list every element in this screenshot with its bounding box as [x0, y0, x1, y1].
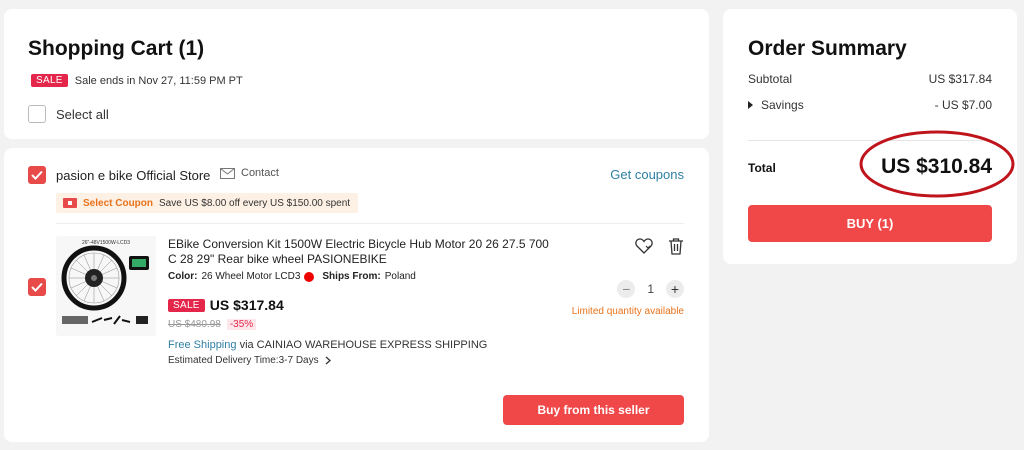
buy-from-seller-button[interactable]: Buy from this seller	[503, 395, 684, 425]
subtotal-value: US $317.84	[928, 72, 992, 86]
checkbox-checked-icon	[31, 170, 43, 180]
total-label: Total	[748, 161, 776, 175]
quantity-value[interactable]: 1	[647, 282, 654, 296]
contact-link[interactable]: Contact	[220, 167, 279, 179]
plus-icon: +	[670, 281, 680, 297]
trash-icon[interactable]	[668, 238, 684, 255]
cart-title: Shopping Cart (1)	[28, 37, 205, 60]
store-name[interactable]: pasion e bike Official Store	[56, 168, 210, 183]
subtotal-row: Subtotal US $317.84	[748, 72, 992, 86]
sale-badge: SALE	[31, 74, 68, 87]
store-checkbox[interactable]	[28, 166, 46, 184]
savings-label: Savings	[761, 98, 804, 112]
divider	[56, 223, 684, 224]
color-value[interactable]: 26 Wheel Motor LCD3	[201, 271, 300, 282]
ships-from-value: Poland	[384, 271, 416, 282]
caret-right-icon	[748, 101, 753, 109]
limited-quantity-notice: Limited quantity available	[571, 306, 684, 317]
savings-toggle[interactable]: Savings	[748, 98, 804, 112]
quantity-decrease-button[interactable]: −	[617, 280, 636, 298]
thumb-label: 26"-48V1500W-LCD3	[82, 240, 130, 246]
coupon-icon	[63, 198, 77, 208]
select-all-label: Select all	[56, 106, 109, 122]
select-all[interactable]: Select all	[28, 105, 109, 123]
chevron-right-icon	[325, 356, 331, 365]
checkbox-checked-icon	[31, 282, 43, 292]
mail-icon	[220, 167, 235, 179]
item-checkbox[interactable]	[28, 278, 46, 296]
product-meta: Color: 26 Wheel Motor LCD3 Ships From: P…	[168, 271, 416, 282]
product-title[interactable]: EBike Conversion Kit 1500W Electric Bicy…	[168, 237, 558, 267]
delivery-time[interactable]: Estimated Delivery Time:3-7 Days	[168, 355, 331, 366]
select-coupon-bar[interactable]: Select Coupon Save US $8.00 off every US…	[56, 193, 359, 213]
color-label: Color:	[168, 271, 198, 282]
heart-icon[interactable]	[635, 238, 653, 254]
original-price-row: US $480.98 -35%	[168, 319, 257, 330]
discount-badge: -35%	[226, 319, 257, 330]
minus-icon: −	[622, 281, 631, 297]
coupon-text: Save US $8.00 off every US $150.00 spent	[159, 197, 351, 209]
cart-header-card: Shopping Cart (1) SALE Sale ends in Nov …	[4, 9, 709, 139]
buy-button[interactable]: BUY (1)	[748, 205, 992, 242]
item-price: US $317.84	[209, 297, 284, 313]
ebike-wheel-image: 26"-48V1500W-LCD3	[56, 236, 156, 336]
savings-value: - US $7.00	[934, 98, 992, 112]
quantity-increase-button[interactable]: +	[666, 280, 684, 298]
original-price: US $480.98	[168, 319, 221, 330]
sale-banner: SALE Sale ends in Nov 27, 11:59 PM PT	[31, 74, 243, 87]
shipping-method: via CAINIAO WAREHOUSE EXPRESS SHIPPING	[239, 339, 488, 351]
order-summary-card: Order Summary Subtotal US $317.84 Saving…	[723, 9, 1017, 264]
sale-ends-text: Sale ends in Nov 27, 11:59 PM PT	[74, 74, 243, 87]
contact-label: Contact	[241, 167, 279, 179]
shipping-info: Free Shipping via CAINIAO WAREHOUSE EXPR…	[168, 339, 487, 351]
free-shipping-label: Free Shipping	[168, 339, 237, 351]
select-all-checkbox[interactable]	[28, 105, 46, 123]
annotation-circle	[859, 130, 1015, 198]
subtotal-label: Subtotal	[748, 72, 793, 86]
delivery-text: Estimated Delivery Time:3-7 Days	[168, 355, 319, 366]
price-row: SALE US $317.84	[168, 297, 284, 313]
quantity-stepper: − 1 +	[617, 280, 684, 298]
store-header: pasion e bike Official Store	[28, 166, 210, 184]
product-image[interactable]: 26"-48V1500W-LCD3	[56, 236, 156, 336]
order-summary-title: Order Summary	[748, 37, 907, 60]
savings-row[interactable]: Savings - US $7.00	[748, 98, 992, 112]
color-swatch	[304, 271, 315, 282]
item-sale-badge: SALE	[168, 298, 205, 312]
select-coupon-label[interactable]: Select Coupon	[83, 198, 153, 209]
ships-from-label: Ships From:	[322, 271, 381, 282]
get-coupons-link[interactable]: Get coupons	[610, 167, 684, 182]
item-checkbox-wrap[interactable]	[28, 278, 46, 296]
item-actions	[635, 238, 684, 255]
store-card: pasion e bike Official Store Contact Get…	[4, 148, 709, 442]
